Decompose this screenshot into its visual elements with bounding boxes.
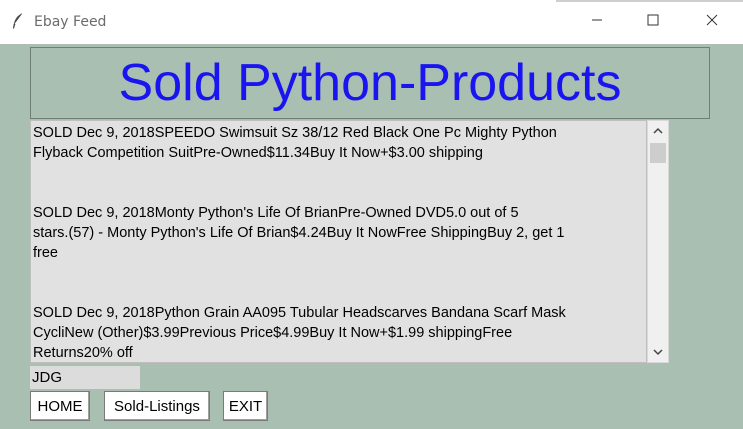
chevron-up-icon — [653, 122, 663, 140]
chevron-down-icon — [653, 343, 663, 361]
list-item[interactable]: SOLD Dec 9, 2018Python Grain AA095 Tubul… — [33, 303, 643, 362]
minimize-button[interactable] — [574, 0, 620, 44]
client-area: Sold Python-Products SOLD Dec 9, 2018SPE… — [0, 44, 743, 429]
list-item-line: Flyback Competition SuitPre-Owned$11.34B… — [33, 145, 483, 161]
list-item-line: SOLD Dec 9, 2018SPEEDO Swimsuit Sz 38/12… — [33, 125, 557, 141]
list-item-line: SOLD Dec 9, 2018Python Grain AA095 Tubul… — [33, 305, 566, 321]
home-button[interactable]: HOME — [30, 391, 90, 421]
list-item-line: Returns20% off — [33, 345, 133, 361]
header-banner: Sold Python-Products — [30, 47, 710, 119]
exit-button[interactable]: EXIT — [223, 391, 268, 421]
list-item-line: SOLD Dec 9, 2018Monty Python's Life Of B… — [33, 205, 519, 221]
minimize-icon — [591, 13, 603, 31]
list-item-line: stars.(57) - Monty Python's Life Of Bria… — [33, 225, 565, 241]
listings-listbox[interactable]: SOLD Dec 9, 2018SPEEDO Swimsuit Sz 38/12… — [30, 120, 647, 363]
sold-listings-button[interactable]: Sold-Listings — [104, 391, 210, 421]
scroll-up-button[interactable] — [648, 121, 668, 141]
maximize-icon — [647, 13, 659, 31]
list-item-line: free — [33, 245, 58, 261]
feather-icon — [11, 12, 25, 30]
window-title: Ebay Feed — [34, 14, 107, 30]
list-item-line: CycliNew (Other)$3.99Previous Price$4.99… — [33, 325, 513, 341]
scrollbar-thumb[interactable] — [650, 143, 666, 163]
title-bar: Ebay Feed — [0, 0, 743, 45]
listbox-scrollbar[interactable] — [647, 120, 669, 363]
list-item[interactable]: SOLD Dec 9, 2018Monty Python's Life Of B… — [33, 203, 643, 263]
close-button[interactable] — [689, 0, 735, 44]
scroll-down-button[interactable] — [648, 342, 668, 362]
page-title: Sold Python-Products — [118, 54, 622, 112]
list-item[interactable]: SOLD Dec 9, 2018SPEEDO Swimsuit Sz 38/12… — [33, 123, 643, 163]
maximize-button[interactable] — [630, 0, 676, 44]
close-icon — [706, 13, 718, 31]
user-entry-field[interactable]: JDG — [30, 366, 140, 389]
